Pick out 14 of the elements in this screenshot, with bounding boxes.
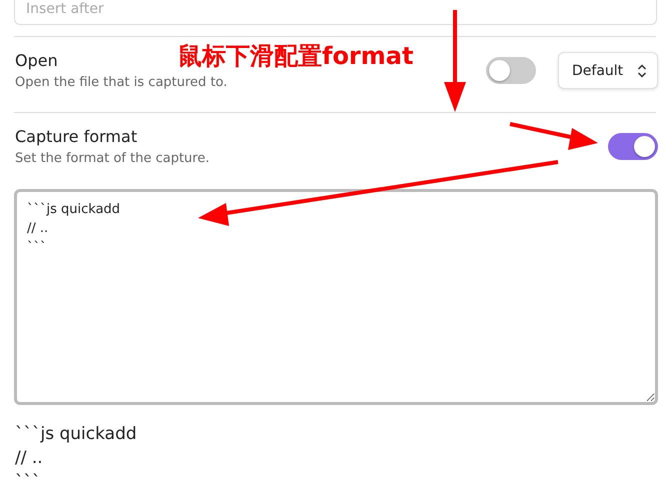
setting-name: Capture format [15, 127, 138, 146]
toggle-switch[interactable] [608, 133, 658, 160]
chevron-updown-icon [637, 64, 647, 78]
format-text-area[interactable]: ```js quickadd // .. ``` [14, 189, 658, 405]
preview-text: // .. [15, 447, 44, 470]
text-field[interactable]: Insert after [14, 0, 657, 25]
setting-description: Set the format of the capture. [15, 151, 210, 166]
setting-description: Open the file that is captured to. [15, 75, 228, 90]
preview-text: ``` [15, 471, 42, 493]
setting-name: Open [15, 51, 58, 70]
dropdown[interactable]: Default [558, 52, 658, 89]
preview-text: ```js quickadd [15, 423, 138, 446]
annotation-text: 鼠标下滑配置format [178, 41, 414, 72]
toggle-switch[interactable] [486, 57, 536, 84]
